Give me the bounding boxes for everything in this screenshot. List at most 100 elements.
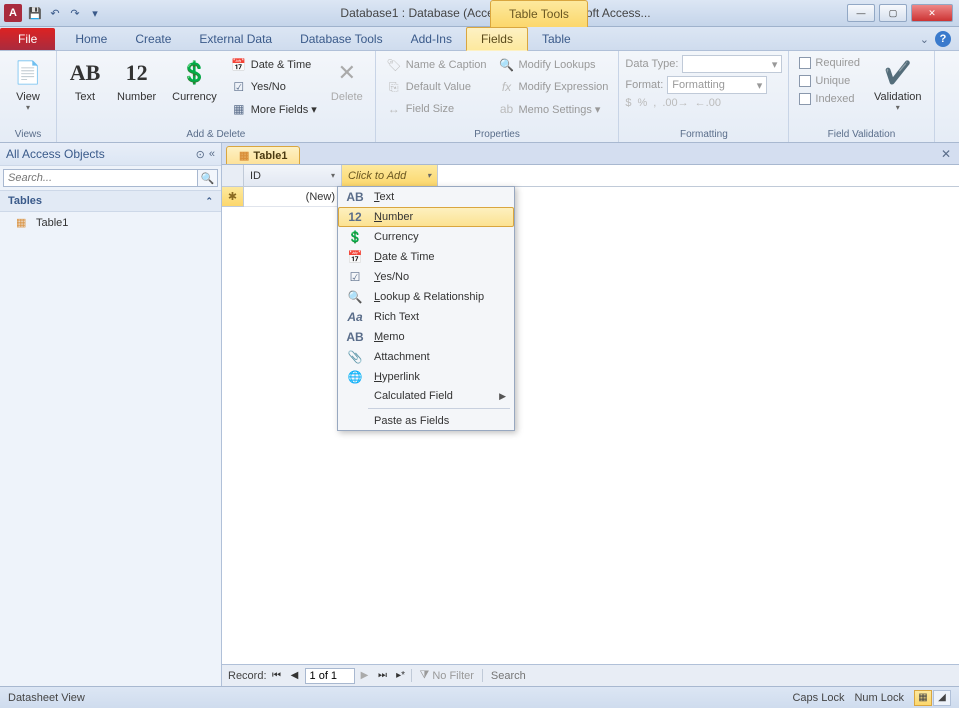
collapse-group-icon[interactable]: ⌃ [205, 196, 213, 207]
dd-hyperlink[interactable]: 🌐Hyperlink [338, 367, 514, 387]
close-document-icon[interactable]: ✕ [941, 147, 951, 161]
column-header-click-to-add[interactable]: Click to Add▾ [342, 165, 438, 186]
group-add-delete: AB Text 12 Number 💲 Currency 📅Date & Tim… [57, 51, 376, 142]
navigation-pane: All Access Objects ⊙ « 🔍 Tables ⌃ ▦ Tabl… [0, 143, 222, 686]
group-label: Formatting [625, 127, 782, 140]
file-tab[interactable]: File [0, 28, 55, 50]
text-field-button[interactable]: AB Text [63, 55, 107, 105]
nav-title: All Access Objects [6, 147, 105, 161]
save-icon[interactable]: 💾 [26, 4, 44, 22]
more-fields-button[interactable]: ▦More Fields ▾ [227, 99, 321, 119]
validation-button[interactable]: ✔️ Validation ▾ [868, 55, 928, 114]
tab-create[interactable]: Create [121, 28, 185, 50]
dd-rich-text[interactable]: AaRich Text [338, 307, 514, 327]
search-input[interactable] [3, 169, 198, 187]
group-label: Views [6, 127, 50, 140]
tab-home[interactable]: Home [61, 28, 121, 50]
document-tab-table1[interactable]: ▦ Table1 [226, 146, 300, 164]
decrease-decimals-icon: ←.00 [695, 97, 721, 109]
datasheet-view-icon: 📄 [12, 57, 44, 89]
new-record-indicator[interactable]: ✱ [222, 187, 244, 207]
default-value-button: ⎘Default Value [382, 77, 491, 97]
design-view-button[interactable]: ◢ [933, 690, 951, 706]
format-label: Format: [625, 79, 663, 91]
record-position-input[interactable] [305, 668, 355, 684]
data-type-label: Data Type: [625, 58, 678, 70]
tab-fields[interactable]: Fields [466, 27, 528, 51]
checkbox-icon: ☑ [231, 79, 247, 95]
dd-memo[interactable]: ABMemo [338, 327, 514, 347]
modify-expression-button: fxModify Expression [495, 77, 613, 97]
help-icon[interactable]: ? [935, 31, 951, 47]
number-field-button[interactable]: 12 Number [111, 55, 162, 105]
maximize-button[interactable]: ▢ [879, 4, 907, 22]
first-record-icon[interactable]: ⏮ [269, 668, 285, 684]
dd-date-time[interactable]: 📅Date & Time [338, 247, 514, 267]
dd-yes-no[interactable]: ☑Yes/No [338, 267, 514, 287]
tab-addins[interactable]: Add-Ins [397, 28, 466, 50]
dd-text[interactable]: ABText [338, 187, 514, 207]
datasheet-area: ▦ Table1 ✕ ID▾ Click to Add▾ ✱ (New) Rec… [222, 143, 959, 686]
group-validation: Required Unique Indexed ✔️ Validation ▾ … [789, 51, 934, 142]
nav-group-tables[interactable]: Tables ⌃ [0, 191, 221, 212]
fx-icon: fx [499, 79, 515, 95]
dd-calculated[interactable]: Calculated Field▶ [338, 387, 514, 405]
tab-table[interactable]: Table [528, 28, 585, 50]
status-bar: Datasheet View Caps Lock Num Lock ▦ ◢ [0, 686, 959, 708]
size-icon: ↔ [386, 101, 402, 117]
dd-number[interactable]: 12Number [338, 207, 514, 227]
view-button[interactable]: 📄 View ▾ [6, 55, 50, 114]
last-record-icon[interactable]: ⏭ [375, 668, 391, 684]
dd-lookup[interactable]: 🔍Lookup & Relationship [338, 287, 514, 307]
dd-currency[interactable]: 💲Currency [338, 227, 514, 247]
dd-attachment[interactable]: 📎Attachment [338, 347, 514, 367]
next-record-icon: ▶ [357, 668, 373, 684]
nav-header[interactable]: All Access Objects ⊙ « [0, 143, 221, 166]
undo-icon[interactable]: ↶ [46, 4, 64, 22]
comma-format-icon: , [653, 97, 656, 109]
chevron-down-icon[interactable]: ▾ [427, 171, 431, 180]
redo-icon[interactable]: ↷ [66, 4, 84, 22]
tab-external-data[interactable]: External Data [185, 28, 286, 50]
minimize-button[interactable]: — [847, 4, 875, 22]
nav-collapse-icon[interactable]: « [209, 148, 215, 161]
delete-button: ✕ Delete [325, 55, 369, 105]
record-search-input[interactable] [485, 668, 953, 684]
select-all-cell[interactable] [222, 165, 244, 186]
title-bar: A 💾 ↶ ↷ ▾ Database1 : Database (Access 2… [0, 0, 959, 27]
cell-id-new[interactable]: (New) [244, 187, 342, 207]
nav-dropdown-icon[interactable]: ⊙ [196, 148, 205, 161]
filter-icon: ⧩ [420, 669, 430, 682]
record-label: Record: [228, 670, 267, 682]
column-header-id[interactable]: ID▾ [244, 165, 342, 186]
chevron-down-icon[interactable]: ▾ [331, 171, 335, 180]
grid-header: ID▾ Click to Add▾ [222, 165, 959, 187]
currency-icon: 💲 [346, 230, 364, 244]
prev-record-icon[interactable]: ◀ [287, 668, 303, 684]
search-icon[interactable]: 🔍 [198, 169, 218, 187]
quick-access-toolbar: 💾 ↶ ↷ ▾ [26, 4, 104, 22]
text-icon: AB [69, 57, 101, 89]
close-button[interactable]: ✕ [911, 4, 953, 22]
format-combo[interactable]: Formatting▾ [667, 76, 767, 94]
data-type-combo[interactable]: ▾ [682, 55, 782, 73]
currency-format-icon: $ [625, 97, 631, 109]
app-icon: A [4, 4, 22, 22]
nav-search: 🔍 [0, 166, 221, 191]
new-record-icon[interactable]: ▸* [393, 668, 409, 684]
yes-no-button[interactable]: ☑Yes/No [227, 77, 321, 97]
date-time-button[interactable]: 📅Date & Time [227, 55, 321, 75]
number-icon: 12 [346, 210, 364, 224]
currency-icon: 💲 [178, 57, 210, 89]
modify-lookups-button: 🔍Modify Lookups [495, 55, 613, 75]
dd-paste-as-fields[interactable]: Paste as Fields [338, 412, 514, 430]
click-to-add-dropdown: ABText 12Number 💲Currency 📅Date & Time ☑… [337, 186, 515, 431]
currency-field-button[interactable]: 💲 Currency [166, 55, 223, 105]
nav-item-table1[interactable]: ▦ Table1 [0, 212, 221, 234]
qat-customize-icon[interactable]: ▾ [86, 4, 104, 22]
minimize-ribbon-icon[interactable]: ⌄ [920, 33, 929, 46]
no-filter-indicator[interactable]: ⧩No Filter [411, 669, 483, 682]
datasheet-view-button[interactable]: ▦ [914, 690, 932, 706]
tab-database-tools[interactable]: Database Tools [286, 28, 397, 50]
record-navigator: Record: ⏮ ◀ ▶ ⏭ ▸* ⧩No Filter [222, 664, 959, 686]
